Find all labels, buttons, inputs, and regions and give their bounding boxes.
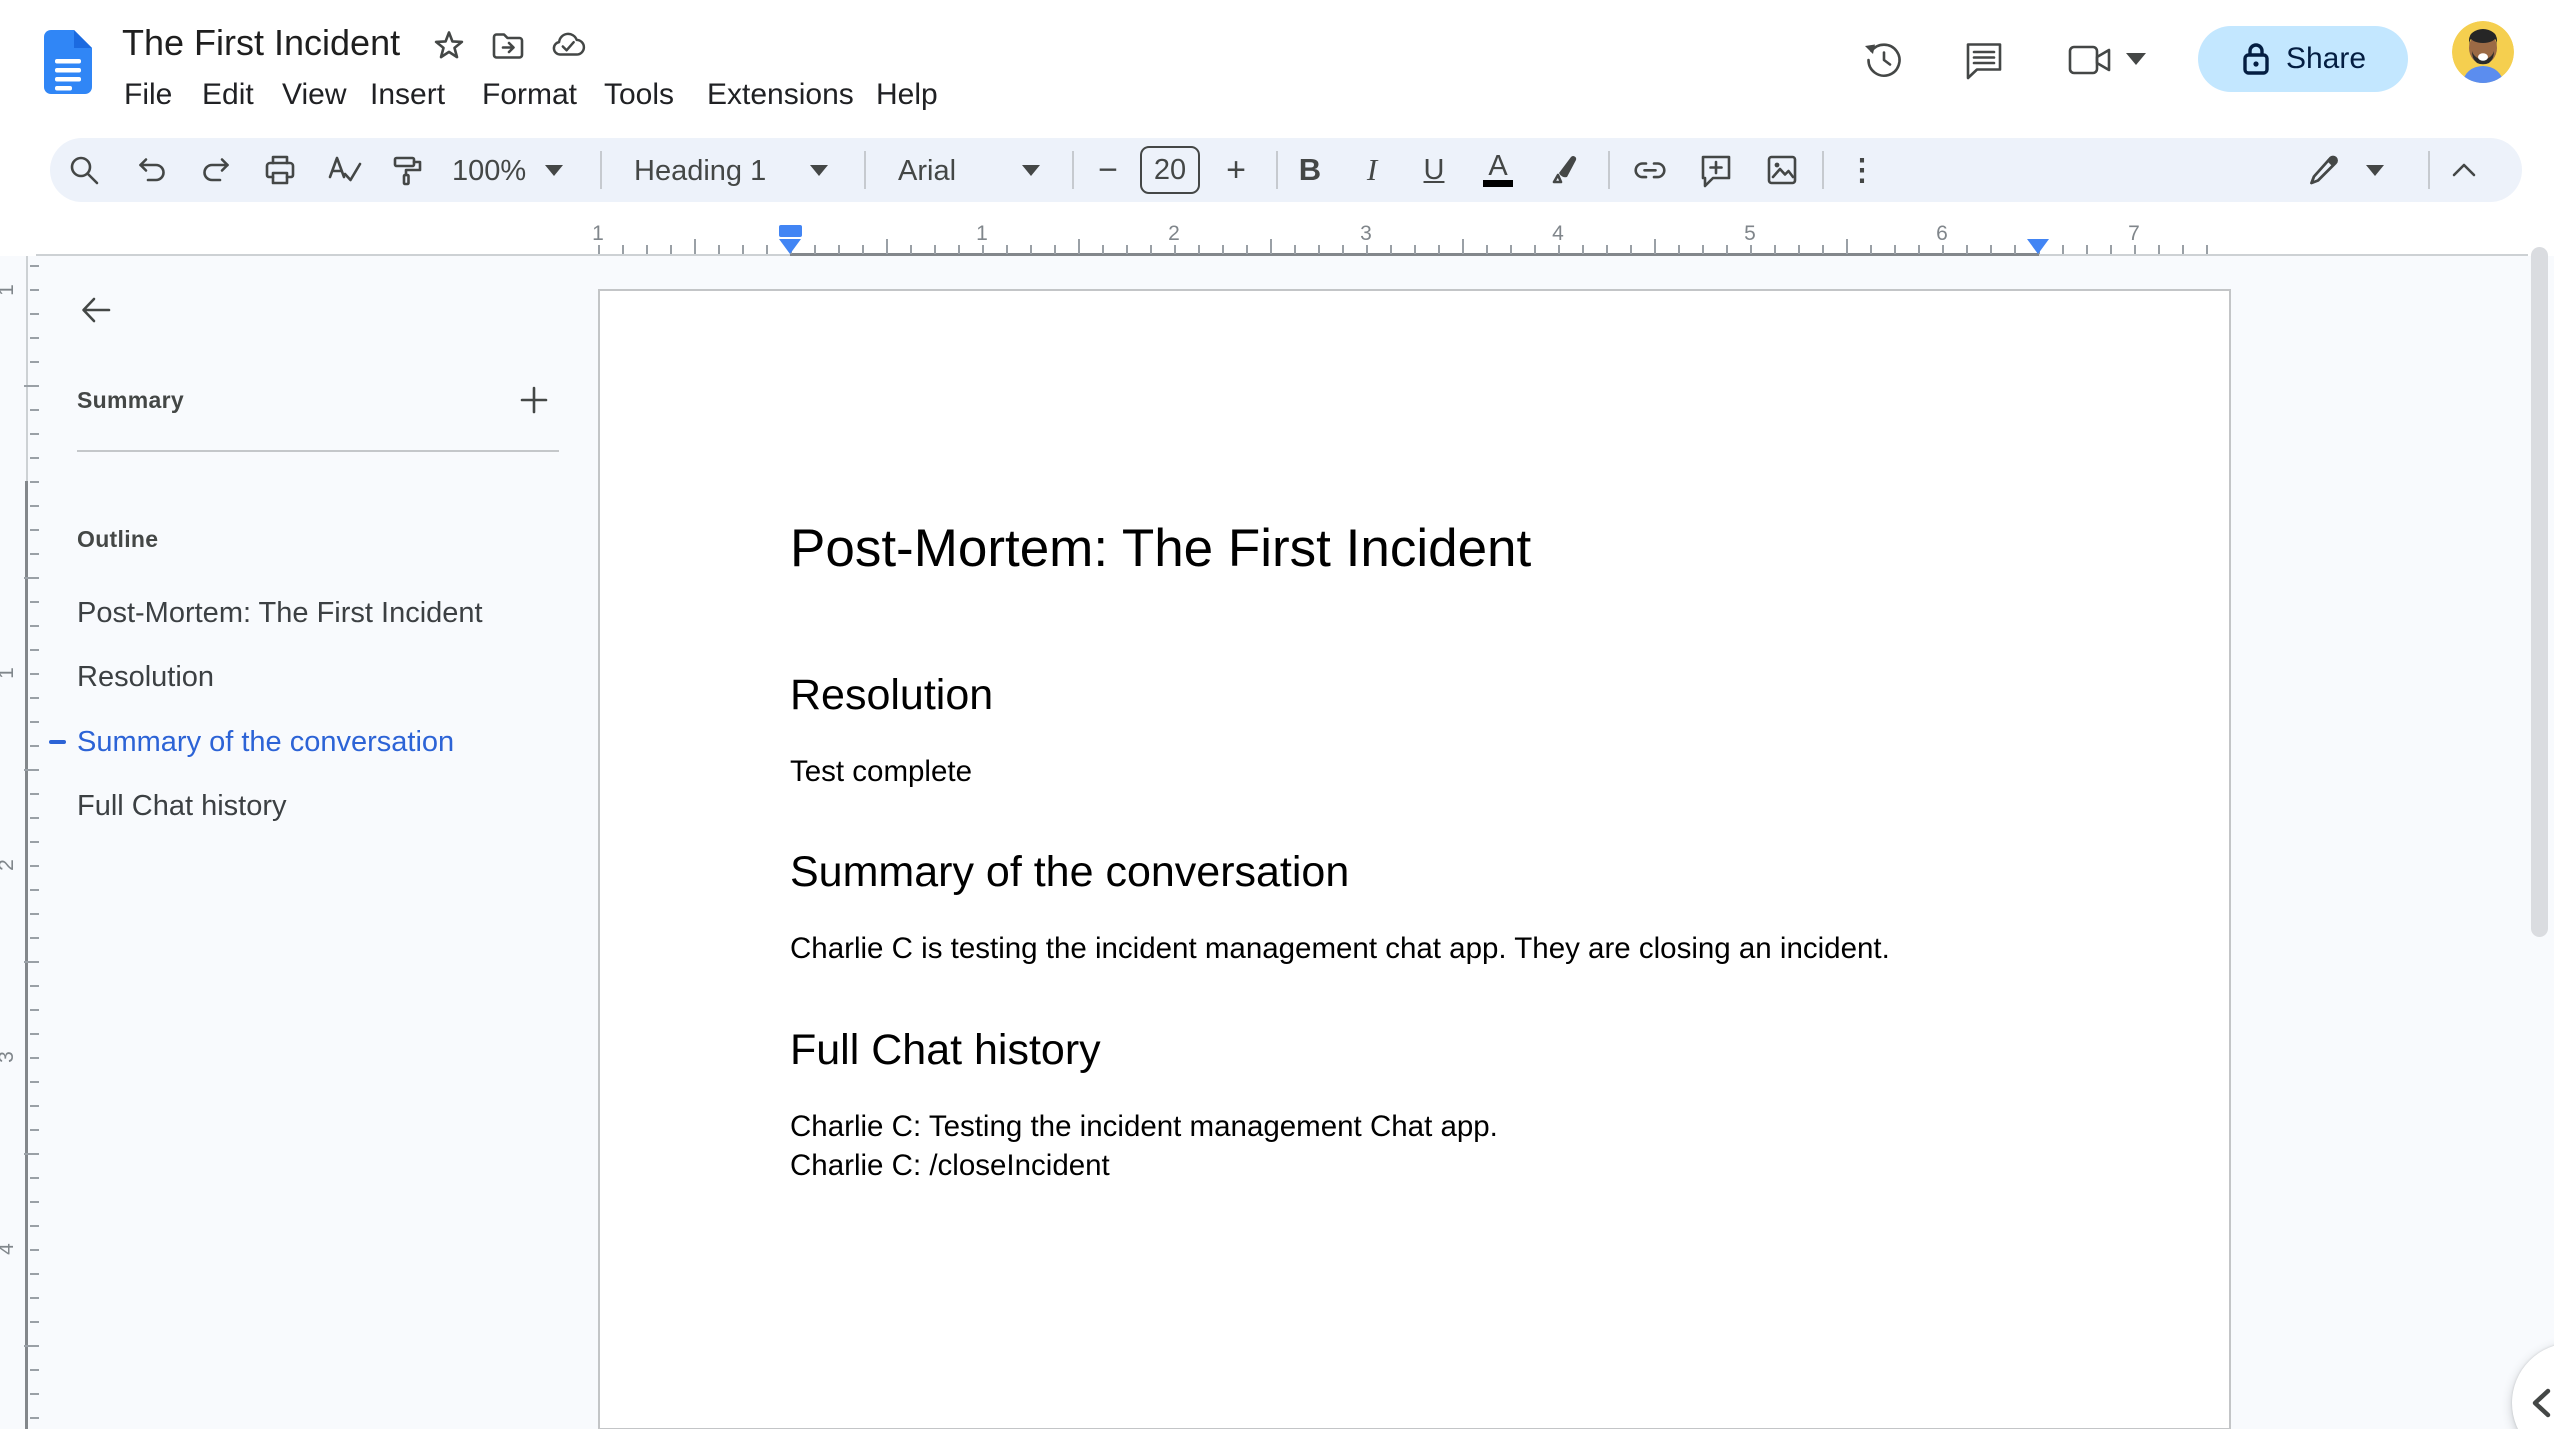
show-side-panel-button[interactable]: [2512, 1343, 2554, 1429]
increase-font-size-button[interactable]: +: [1218, 151, 1254, 189]
insert-image-icon[interactable]: [1764, 152, 1800, 188]
menu-file[interactable]: File: [114, 74, 182, 116]
menu-tools[interactable]: Tools: [594, 74, 684, 116]
h-ruler-number: 4: [1552, 222, 1564, 245]
menu-insert[interactable]: Insert: [360, 74, 455, 116]
font-dropdown-icon[interactable]: [1022, 165, 1040, 176]
first-line-indent-marker[interactable]: [779, 225, 802, 237]
spellcheck-icon[interactable]: [326, 152, 362, 188]
menu-extensions[interactable]: Extensions: [697, 74, 864, 116]
doc-paragraph[interactable]: Charlie C is testing the incident manage…: [790, 929, 2043, 968]
menu-view[interactable]: View: [272, 74, 356, 116]
outline-section-label: Outline: [77, 526, 159, 552]
document-canvas: 1 1 2 3 4 Summary Outline Post-Mortem: The F…: [0, 247, 2554, 1429]
decrease-font-size-button[interactable]: −: [1090, 151, 1126, 189]
h-ruler-number: 1: [976, 222, 988, 245]
v-ruler-number: 4: [0, 1243, 19, 1255]
font-size-input[interactable]: 20: [1140, 146, 1200, 194]
account-avatar[interactable]: [2452, 21, 2514, 83]
more-toolbar-options-icon[interactable]: ⋮: [1844, 152, 1880, 188]
redo-icon[interactable]: [198, 152, 234, 188]
h-ruler-number: 1: [592, 222, 604, 245]
vertical-scrollbar-thumb[interactable]: [2531, 247, 2548, 937]
version-history-icon[interactable]: [1858, 34, 1910, 86]
sidebar-divider: [77, 450, 559, 452]
outline-item[interactable]: Post-Mortem: The First Incident: [77, 592, 483, 634]
underline-button[interactable]: U: [1416, 152, 1452, 188]
chevron-left-icon: [2532, 1388, 2551, 1418]
editing-mode-pencil-icon[interactable]: [2306, 152, 2342, 188]
outline-item[interactable]: Full Chat history: [77, 785, 287, 827]
comments-icon[interactable]: [1958, 34, 2010, 86]
h-ruler-number: 7: [2128, 222, 2140, 245]
horizontal-ruler: 1 1 2 3 4 5 6 7: [0, 212, 2554, 257]
menu-format[interactable]: Format: [472, 74, 587, 116]
h-ruler-number: 5: [1744, 222, 1756, 245]
outline-item[interactable]: Summary of the conversation: [49, 721, 454, 763]
active-outline-dash: [49, 740, 66, 744]
left-indent-marker[interactable]: [779, 239, 801, 254]
v-ruler-number: 2: [0, 859, 19, 871]
add-summary-icon[interactable]: [514, 380, 554, 420]
v-ruler-number: 1: [0, 667, 19, 679]
video-call-dropdown-icon[interactable]: [2126, 53, 2146, 65]
paragraph-style-select[interactable]: Heading 1: [634, 155, 766, 188]
doc-paragraph[interactable]: Test complete: [790, 752, 2043, 791]
bold-button[interactable]: B: [1292, 152, 1328, 188]
zoom-dropdown-icon[interactable]: [545, 165, 563, 176]
h-ruler-number: 3: [1360, 222, 1372, 245]
right-indent-marker[interactable]: [2027, 239, 2049, 254]
undo-icon[interactable]: [134, 152, 170, 188]
paint-format-icon[interactable]: [390, 152, 426, 188]
doc-paragraph[interactable]: Charlie C: Testing the incident manageme…: [790, 1107, 2043, 1146]
editing-mode-dropdown-icon[interactable]: [2366, 165, 2384, 176]
text-color-button[interactable]: A: [1480, 151, 1516, 188]
share-button-label: Share: [2285, 42, 2367, 75]
highlight-color-icon[interactable]: [1546, 152, 1582, 188]
doc-paragraph[interactable]: Charlie C: /closeIncident: [790, 1146, 2043, 1185]
menu-help[interactable]: Help: [866, 74, 948, 116]
doc-section-heading[interactable]: Summary of the conversation: [790, 847, 2043, 897]
italic-button[interactable]: I: [1354, 152, 1390, 188]
doc-section-heading[interactable]: Full Chat history: [790, 1025, 2043, 1075]
document-page[interactable]: Post-Mortem: The First Incident Resolutio…: [598, 289, 2231, 1429]
video-call-icon[interactable]: [2062, 34, 2118, 86]
share-button[interactable]: Share: [2198, 26, 2408, 92]
doc-title-heading[interactable]: Post-Mortem: The First Incident: [790, 518, 2043, 580]
add-comment-icon[interactable]: [1698, 152, 1734, 188]
h-ruler-number: 6: [1936, 222, 1948, 245]
doc-section-heading[interactable]: Resolution: [790, 670, 2043, 720]
summary-section-label: Summary: [77, 387, 184, 413]
v-ruler-number: 3: [0, 1051, 19, 1063]
style-dropdown-icon[interactable]: [810, 165, 828, 176]
v-ruler-number: 1: [0, 284, 19, 296]
menubar: File Edit View Insert Format Tools Extensions H…: [0, 0, 1100, 120]
hide-menus-chevron-icon[interactable]: [2446, 152, 2482, 188]
insert-link-icon[interactable]: [1632, 152, 1668, 188]
print-icon[interactable]: [262, 152, 298, 188]
outline-item[interactable]: Resolution: [77, 656, 214, 698]
menu-edit[interactable]: Edit: [192, 74, 264, 116]
lock-icon: [2243, 43, 2269, 75]
zoom-select[interactable]: 100%: [452, 155, 526, 188]
close-outline-back-arrow-icon[interactable]: [74, 288, 118, 332]
h-ruler-number: 2: [1168, 222, 1180, 245]
current-text-color-swatch: [1483, 180, 1513, 187]
font-family-select[interactable]: Arial: [898, 155, 956, 188]
search-menus-icon[interactable]: [66, 152, 102, 188]
